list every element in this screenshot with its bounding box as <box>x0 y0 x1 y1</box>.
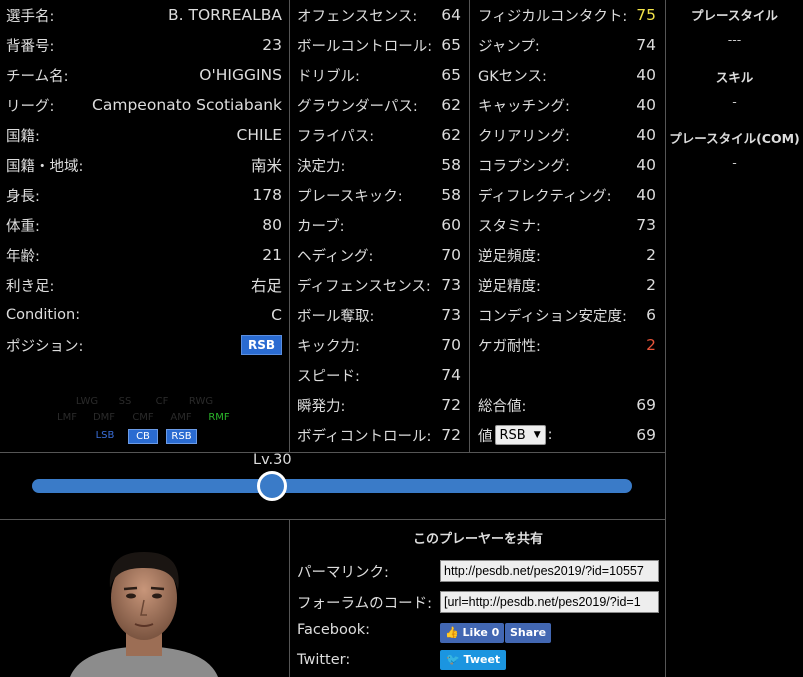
attr-row: キャッチング: 40 <box>478 96 656 115</box>
permalink-label: パーマリンク: <box>297 565 389 581</box>
pos-lwg: LWG <box>75 396 99 407</box>
attr-row: プレースキック: 58 <box>297 186 461 205</box>
attr-row: ジャンプ: 74 <box>478 36 656 55</box>
attr-row: カーブ: 60 <box>297 216 461 235</box>
playstyle-title: プレースタイル <box>691 8 778 23</box>
pos-cmf: CMF <box>132 412 154 423</box>
twitter-bird-icon: 🐦 <box>446 653 460 666</box>
profile-row-foot: 利き足: 右足 <box>6 277 282 295</box>
attr-row: フライパス: 62 <box>297 126 461 145</box>
attr-row: 瞬発力: 72 <box>297 396 461 415</box>
profile-row-height: 身長: 178 <box>6 186 282 205</box>
forum-code-label: フォーラムのコード: <box>297 596 432 612</box>
pos-rmf: RMF <box>208 412 230 423</box>
permalink-input[interactable] <box>440 560 659 582</box>
attr-row: クリアリング: 40 <box>478 126 656 145</box>
com-playstyle-value: - <box>732 155 737 170</box>
attr-row: 逆足頻度: 2 <box>478 246 656 265</box>
divider <box>289 0 290 452</box>
forum-code-input[interactable] <box>440 591 659 613</box>
pos-dmf: DMF <box>92 412 116 423</box>
share-title: このプレーヤーを共有 <box>412 532 543 547</box>
facebook-like-button[interactable]: 👍 Like 0 <box>440 623 505 643</box>
attr-row: ディフェンスセンス: 73 <box>297 276 461 295</box>
attr-row: スタミナ: 73 <box>478 216 656 235</box>
attr-row: 決定力: 58 <box>297 156 461 175</box>
profile-row-name: 選手名: B. TORREALBA <box>6 6 282 25</box>
attr-row: GKセンス: 40 <box>478 66 656 85</box>
overall-row: 総合値: 69 <box>478 396 656 415</box>
attr-row: ボール奪取: 73 <box>297 306 461 325</box>
com-playstyle-title: プレースタイル(COM) <box>669 131 800 146</box>
profile-row-region: 国籍・地域: 南米 <box>6 157 282 175</box>
profile-row-age: 年齢: 21 <box>6 246 282 265</box>
profile-row-league: リーグ: Campeonato Scotiabank <box>6 96 282 115</box>
facebook-label: Facebook: <box>297 622 371 638</box>
pos-rwg: RWG <box>188 396 214 407</box>
attr-row: ディフレクティング: 40 <box>478 186 656 205</box>
profile-row-team: チーム名: O'HIGGINS <box>6 66 282 85</box>
chevron-down-icon: ▼ <box>533 430 541 440</box>
attr-row: オフェンスセンス: 64 <box>297 6 461 25</box>
pos-amf: AMF <box>170 412 192 423</box>
attr-row: ボールコントロール: 65 <box>297 36 461 55</box>
skill-value: - <box>732 94 737 109</box>
attr-row: グラウンダーパス: 62 <box>297 96 461 115</box>
level-slider-handle[interactable] <box>257 471 287 501</box>
position-badge[interactable]: RSB <box>240 335 282 355</box>
thumbs-up-icon: 👍 <box>445 626 459 639</box>
attr-row: コラプシング: 40 <box>478 156 656 175</box>
tweet-button[interactable]: 🐦 Tweet <box>440 650 507 670</box>
skill-title: スキル <box>715 70 754 85</box>
pos-cb: CB <box>128 429 158 444</box>
facebook-share-button[interactable]: Share <box>505 623 552 643</box>
level-label: Lv.30 <box>253 452 292 468</box>
attr-row: ヘディング: 70 <box>297 246 461 265</box>
level-slider-track[interactable] <box>32 479 632 493</box>
profile-row-weight: 体重: 80 <box>6 216 282 235</box>
value-row: 値 RSB ▼ : 69 <box>478 425 656 445</box>
attr-row: ボディコントロール: 72 <box>297 426 461 445</box>
profile-row-number: 背番号: 23 <box>6 36 282 55</box>
player-face-image <box>70 552 218 677</box>
attr-row: ケガ耐性: 2 <box>478 336 656 355</box>
pos-lsb: LSB <box>95 430 115 441</box>
player-photo <box>0 520 289 677</box>
attr-row: スピード: 74 <box>297 366 461 385</box>
attr-row: ドリブル: 65 <box>297 66 461 85</box>
profile-row-position: ポジション: RSB <box>6 330 282 360</box>
divider <box>469 0 470 452</box>
playstyle-value: --- <box>727 32 742 47</box>
divider <box>0 452 666 453</box>
profile-row-nationality: 国籍: CHILE <box>6 126 282 145</box>
position-select[interactable]: RSB ▼ <box>494 425 546 445</box>
attr-row: 逆足精度: 2 <box>478 276 656 295</box>
attr-row: キック力: 70 <box>297 336 461 355</box>
attr-row: フィジカルコンタクト: 75 <box>478 6 656 25</box>
attr-row: コンディション安定度: 6 <box>478 306 656 325</box>
pos-ss: SS <box>118 396 132 407</box>
profile-row-condition: Condition: C <box>6 306 282 324</box>
pos-cf: CF <box>155 396 169 407</box>
pos-rsb: RSB <box>166 429 197 444</box>
pos-lmf: LMF <box>57 412 77 423</box>
twitter-label: Twitter: <box>297 652 351 668</box>
playstyle-panel: プレースタイル --- スキル - プレースタイル(COM) - <box>666 0 803 170</box>
